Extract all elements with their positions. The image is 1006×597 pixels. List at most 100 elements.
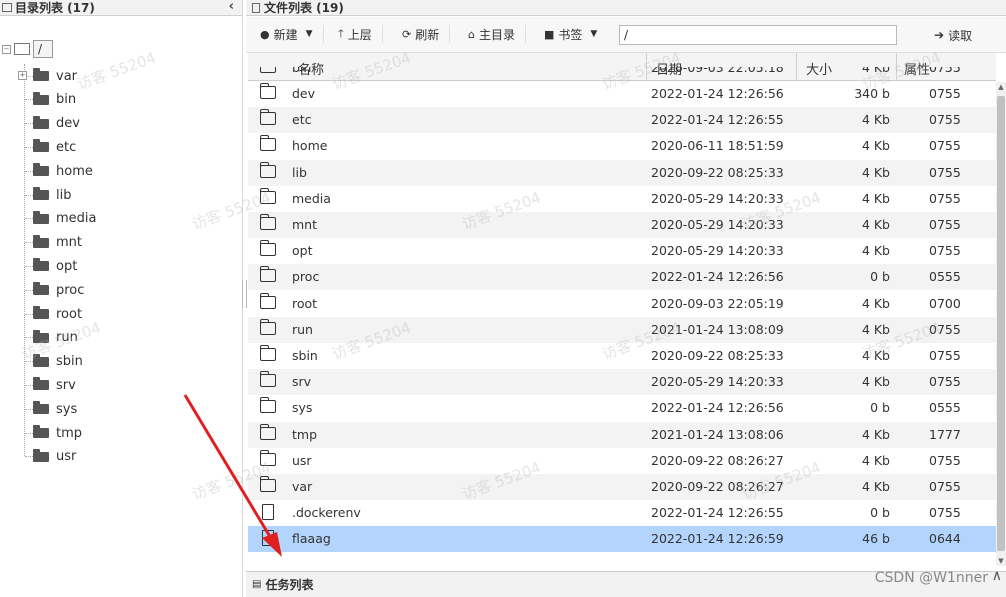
folder-icon [259,476,276,492]
tree-item-label: tmp [56,425,83,441]
tree-root-node[interactable]: − / [2,40,54,58]
tree-item-sbin[interactable]: sbin [25,351,83,373]
vertical-scrollbar[interactable]: ▲ ▼ [996,82,1006,566]
table-row[interactable]: dev 2022-01-24 12:26:56 340 b 0755 [248,81,996,107]
tree-item-dev[interactable]: dev [25,113,80,135]
folder-icon [259,161,276,178]
read-button[interactable]: ➔ 读取 [934,25,972,45]
row-attr: 0755 [929,138,961,154]
table-row[interactable]: lib 2020-09-22 08:25:33 4 Kb 0755 [248,159,996,186]
tree-item-etc[interactable]: etc [25,136,76,158]
file-panel-title: 文件列表 (19) [264,1,344,15]
table-row[interactable]: mnt 2020-05-29 14:20:33 4 Kb 0755 [248,212,996,238]
table-row[interactable]: .dockerenv 2022-01-24 12:26:55 0 b 0755 [248,500,996,526]
table-row[interactable]: proc 2022-01-24 12:26:56 0 b 0555 [248,264,996,291]
row-name: bin [292,67,312,75]
table-row[interactable]: flaaag 2022-01-24 12:26:59 46 b 0644 [248,526,996,553]
row-date: 2022-01-24 12:26:56 [651,269,784,285]
up-button[interactable]: 🡑 上层 [338,25,383,43]
table-row[interactable]: srv 2020-05-29 14:20:33 4 Kb 0755 [248,369,996,396]
tree-connector [25,408,33,410]
tree-item-label: proc [56,282,85,298]
scroll-thumb[interactable] [997,96,1005,551]
folder-icon [259,318,276,335]
tree-connector [25,289,33,291]
home-dir-label: 主目录 [478,27,515,42]
row-attr: 0644 [929,531,961,547]
table-row[interactable]: etc 2022-01-24 12:26:55 4 Kb 0755 [248,107,996,134]
tree-item-label: opt [56,258,78,274]
tree-item-var[interactable]: + var [18,65,77,87]
row-date: 2021-01-24 13:08:09 [651,321,784,337]
row-attr: 0755 [929,164,961,180]
row-size: 4 Kb [861,348,890,363]
row-attr: 0555 [929,400,961,416]
tree-item-usr[interactable]: usr [25,446,76,468]
table-row[interactable]: root 2020-09-03 22:05:19 4 Kb 0700 [248,291,996,317]
collapse-panel-icon[interactable]: ‹ [229,0,234,14]
table-row[interactable]: run 2021-01-24 13:08:09 4 Kb 0755 [248,316,996,343]
tree-item-opt[interactable]: opt [25,255,77,277]
tree-item-mnt[interactable]: mnt [25,232,82,254]
tree-item-run[interactable]: run [25,327,78,349]
tree-item-media[interactable]: media [25,208,97,230]
row-name: home [292,138,328,154]
tree-item-lib[interactable]: lib [25,184,71,206]
home-dir-button[interactable]: ⌂ 主目录 [468,25,526,43]
table-row[interactable]: var 2020-09-22 08:26:27 4 Kb 0755 [248,474,996,500]
refresh-button[interactable]: ⟳ 刷新 [402,25,451,43]
table-row[interactable]: home 2020-06-11 18:51:59 4 Kb 0755 [248,133,996,159]
row-name: .dockerenv [292,505,361,521]
refresh-icon: ⟳ [402,27,412,41]
tree-item-proc[interactable]: proc [25,279,84,301]
scroll-down-icon[interactable]: ▼ [996,556,1006,566]
new-button[interactable]: ● 新建 ▼ [260,25,324,43]
folder-icon [33,139,49,153]
row-attr: 0755 [929,112,961,128]
table-row[interactable]: usr 2020-09-22 08:26:27 4 Kb 0755 [248,448,996,474]
row-name: usr [292,452,312,468]
path-input[interactable]: / [619,25,897,45]
folder-icon [33,377,49,391]
new-button-label: 新建 [273,27,298,42]
row-attr: 0755 [929,479,961,494]
tree-connector [25,384,33,386]
folder-icon [259,423,276,440]
table-row[interactable]: sys 2022-01-24 12:26:56 0 b 0555 [248,395,996,421]
file-list-panel: 文件列表 (19) ● 新建 ▼ 🡑 上层 ⟳ 刷新 ⌂ 主目录 ■ 书签 ▼ … [246,0,1006,597]
folder-icon [33,401,49,415]
row-name: media [292,190,331,206]
row-attr: 0755 [929,505,961,521]
tree-item-bin[interactable]: bin [25,89,76,111]
row-date: 2022-01-24 12:26:56 [651,86,784,101]
minus-toggle-icon[interactable]: − [2,44,11,54]
tree-root-label[interactable]: / [33,40,54,58]
row-name: opt [292,243,313,259]
folder-icon [33,210,49,224]
tree-item-label: sbin [56,354,83,370]
tree-item-srv[interactable]: srv [25,374,76,396]
tree-item-label: etc [56,139,77,155]
row-name: proc [292,269,320,285]
tree-connector [25,99,33,101]
tree-item-tmp[interactable]: tmp [25,422,82,444]
tree-connector [25,361,33,363]
bookmark-button[interactable]: ■ 书签 ▼ [544,25,607,43]
table-row[interactable]: opt 2020-05-29 14:20:33 4 Kb 0755 [248,238,996,264]
row-date: 2022-01-24 12:26:59 [651,531,784,547]
up-button-label: 上层 [347,27,372,42]
tree-item-label: bin [56,92,77,108]
row-size: 4 Kb [861,295,890,311]
table-row[interactable]: sbin 2020-09-22 08:25:33 4 Kb 0755 [248,343,996,369]
table-row[interactable]: tmp 2021-01-24 13:08:06 4 Kb 1777 [248,421,996,448]
chevron-up-icon[interactable]: ∧ [992,568,1002,584]
table-row[interactable]: media 2020-05-29 14:20:33 4 Kb 0755 [248,186,996,212]
folder-icon [33,68,49,81]
tree-item-home[interactable]: home [25,160,93,182]
tree-item-sys[interactable]: sys [25,398,77,420]
tree-item-root[interactable]: root [25,303,82,325]
table-row-partial[interactable]: bin 2020-09-03 22:05:18 4 Kb 0755 [248,67,996,81]
plus-toggle-icon[interactable]: + [18,71,27,80]
bookmark-icon: ■ [544,27,555,41]
scroll-up-icon[interactable]: ▲ [996,82,1006,92]
